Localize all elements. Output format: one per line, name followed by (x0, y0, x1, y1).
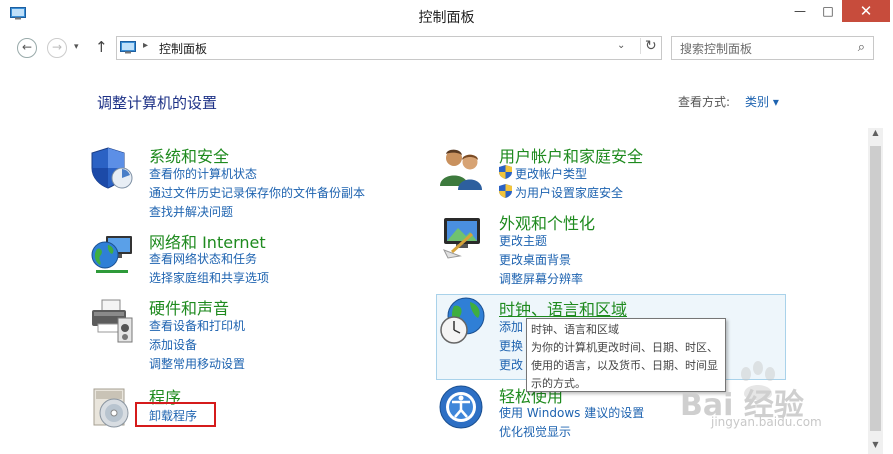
refresh-button[interactable]: ↻ (640, 38, 665, 54)
title-bar: 控制面板 — □ ✕ (0, 0, 893, 30)
link-screen-resolution[interactable]: 调整屏幕分辨率 (499, 270, 583, 287)
clock-globe-icon (440, 297, 485, 344)
tooltip-title: 时钟、语言和区域 (531, 323, 619, 336)
recent-locations-dropdown[interactable]: ▾ (74, 42, 79, 52)
category-user-accounts[interactable]: 用户帐户和家庭安全 (499, 143, 643, 167)
scroll-thumb[interactable] (870, 146, 881, 431)
link-clock-change[interactable]: 更换 (499, 337, 523, 354)
monitor-paint-icon (442, 218, 480, 259)
link-family-safety[interactable]: 为用户设置家庭安全 (515, 184, 623, 201)
uac-shield-icon (499, 165, 512, 179)
breadcrumb[interactable]: 控制面板 (159, 40, 207, 57)
window-title: 控制面板 (418, 10, 475, 26)
link-change-theme[interactable]: 更改主题 (499, 232, 547, 249)
users-icon (440, 149, 482, 190)
programs-disc-icon (93, 388, 129, 428)
highlight-annotation-box (135, 402, 216, 427)
link-homegroup-sharing[interactable]: 选择家庭组和共享选项 (149, 269, 269, 286)
category-system-security[interactable]: 系统和安全 (149, 143, 229, 167)
link-view-computer-status[interactable]: 查看你的计算机状态 (149, 165, 257, 182)
link-mobility-settings[interactable]: 调整常用移动设置 (149, 355, 245, 372)
maximize-button[interactable]: □ (814, 0, 842, 22)
link-troubleshoot[interactable]: 查找并解决问题 (149, 203, 233, 220)
address-bar[interactable]: ▸ 控制面板 ⌄ ↻ (116, 36, 662, 60)
forward-button[interactable]: → (47, 38, 67, 58)
link-file-history-backup[interactable]: 通过文件历史记录保存你的文件备份副本 (149, 184, 365, 201)
link-windows-recommended-settings[interactable]: 使用 Windows 建议的设置 (499, 404, 644, 421)
scroll-up-button[interactable]: ▲ (868, 128, 883, 137)
page-title: 调整计算机的设置 (97, 94, 218, 112)
category-hardware-sound[interactable]: 硬件和声音 (149, 295, 229, 319)
link-clock-add[interactable]: 添加 (499, 318, 523, 335)
close-button[interactable]: ✕ (842, 0, 890, 22)
up-button[interactable]: ↑ (95, 38, 108, 56)
link-network-status[interactable]: 查看网络状态和任务 (149, 250, 257, 267)
view-by-dropdown[interactable]: 类别 ▾ (745, 93, 779, 110)
link-change-desktop-background[interactable]: 更改桌面背景 (499, 251, 571, 268)
link-change-account-type[interactable]: 更改帐户类型 (515, 165, 587, 182)
scroll-down-button[interactable]: ▼ (868, 440, 883, 449)
minimize-button[interactable]: — (786, 0, 814, 22)
view-by-label: 查看方式: (678, 95, 731, 109)
back-button[interactable]: ← (17, 38, 37, 58)
link-add-device[interactable]: 添加设备 (149, 336, 197, 353)
network-globe-icon (91, 236, 132, 273)
search-box[interactable]: 搜索控制面板 ⌕ (671, 36, 874, 60)
category-appearance[interactable]: 外观和个性化 (499, 210, 595, 234)
category-clock-language-region[interactable]: 时钟、语言和区域 (499, 296, 627, 320)
search-input[interactable]: 搜索控制面板 (680, 40, 752, 57)
breadcrumb-separator-icon[interactable]: ▸ (143, 40, 148, 51)
link-devices-printers[interactable]: 查看设备和打印机 (149, 317, 245, 334)
shield-icon (91, 147, 133, 189)
address-dropdown-button[interactable]: ⌄ (617, 40, 625, 51)
control-panel-icon (120, 41, 136, 54)
link-clock-modify[interactable]: 更改 (499, 356, 523, 373)
watermark-url: jingyan.baidu.com (711, 415, 822, 429)
search-icon[interactable]: ⌕ (858, 40, 865, 55)
uac-shield-icon (499, 184, 512, 198)
ease-of-access-icon (439, 385, 483, 429)
link-optimize-visual-display[interactable]: 优化视觉显示 (499, 423, 571, 440)
printer-icon (92, 299, 133, 343)
